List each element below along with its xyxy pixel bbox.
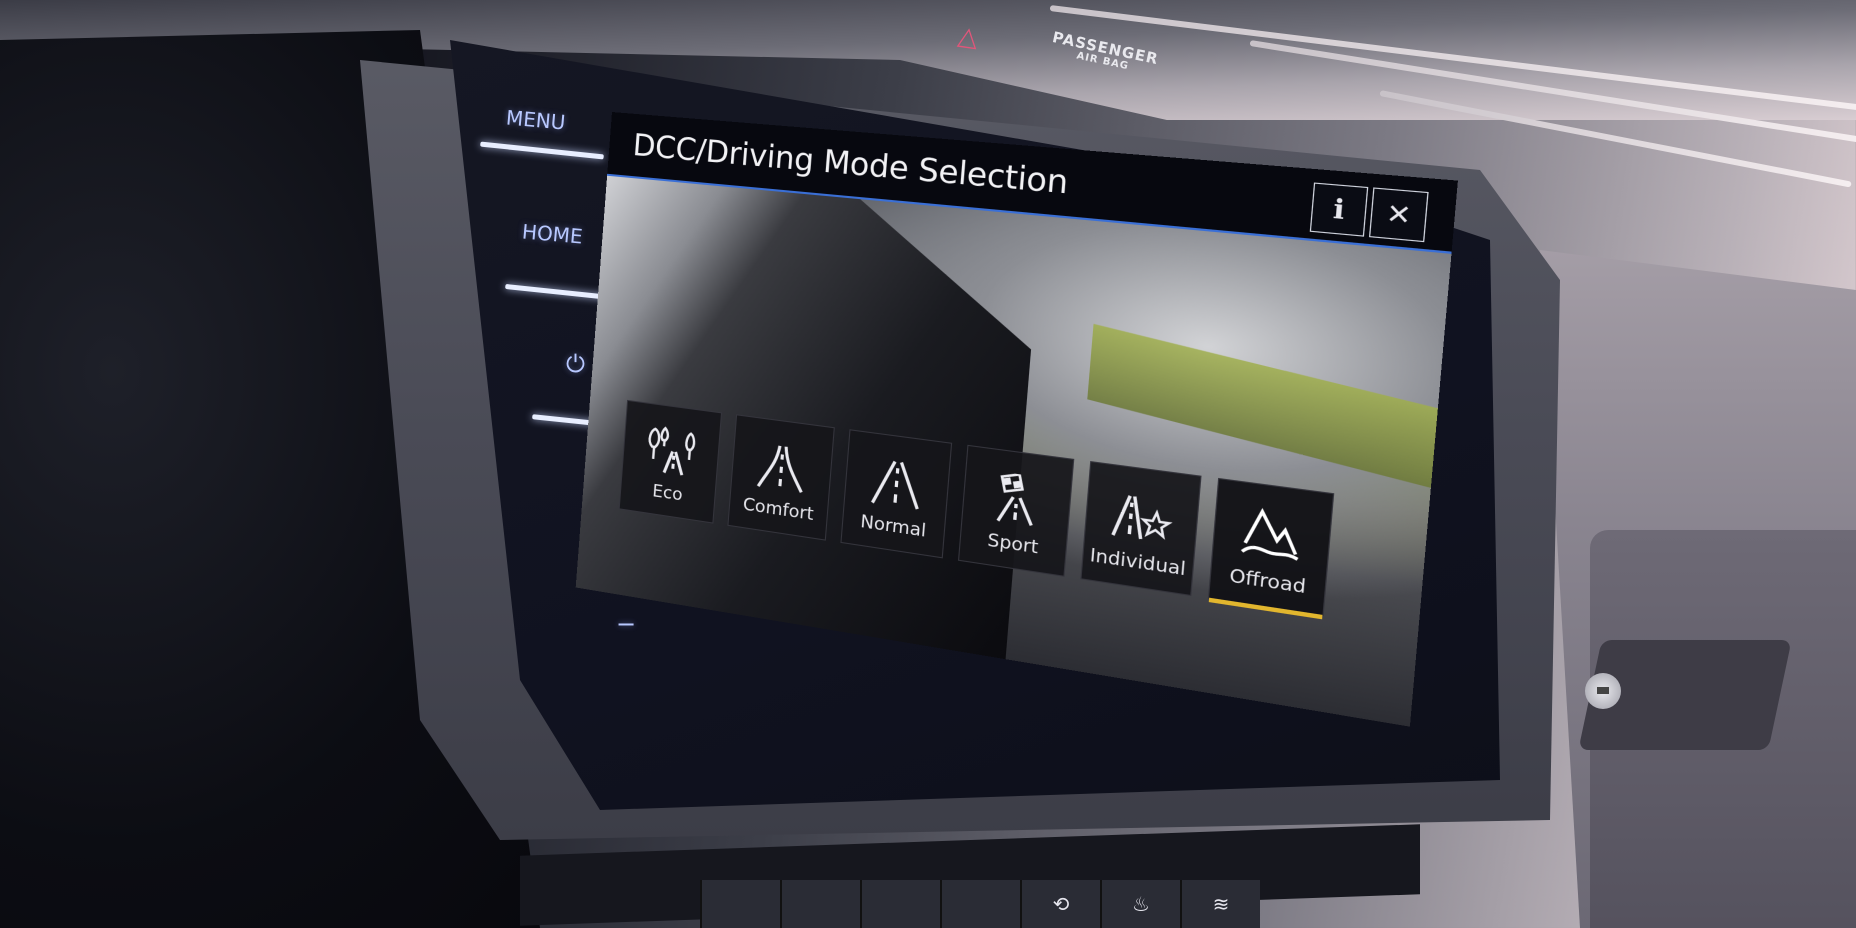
road-star-icon: [1108, 487, 1175, 548]
rear-defrost-button[interactable]: ≋: [1180, 880, 1260, 928]
recirculation-icon: ⟲: [1052, 892, 1070, 916]
mode-eco-label: Eco: [651, 481, 684, 506]
climate-button[interactable]: [940, 880, 1020, 928]
seat-heating-icon: ♨: [1132, 892, 1150, 916]
climate-button-row: ⟲ ♨ ≋: [700, 880, 1260, 928]
mode-individual-button[interactable]: Individual: [1080, 461, 1202, 597]
glovebox-lock-icon: [1585, 673, 1621, 709]
close-icon: ✕: [1384, 197, 1413, 232]
straight-road-icon: [866, 454, 928, 512]
defrost-icon: ≋: [1212, 892, 1230, 916]
mountain-icon: [1237, 504, 1307, 566]
info-icon: ℹ: [1331, 193, 1346, 226]
menu-button[interactable]: MENU: [505, 105, 566, 134]
eco-trees-road-icon: [642, 424, 699, 480]
climate-button[interactable]: [700, 880, 780, 928]
mode-sport-button[interactable]: Sport: [957, 444, 1075, 577]
close-button[interactable]: ✕: [1368, 187, 1429, 243]
mode-sport-label: Sport: [986, 529, 1040, 559]
mode-eco-button[interactable]: Eco: [618, 399, 723, 524]
mode-normal-label: Normal: [859, 511, 927, 542]
info-button[interactable]: ℹ: [1309, 182, 1369, 237]
mode-offroad-button[interactable]: Offroad: [1207, 477, 1335, 617]
hazard-button[interactable]: △: [956, 21, 980, 53]
mode-comfort-button[interactable]: Comfort: [727, 414, 835, 541]
climate-button[interactable]: [780, 880, 860, 928]
mode-comfort-label: Comfort: [742, 494, 815, 526]
mode-offroad-label: Offroad: [1228, 565, 1307, 599]
mode-normal-button[interactable]: Normal: [840, 429, 953, 559]
volume-down-button[interactable]: −: [616, 610, 636, 638]
climate-button[interactable]: [860, 880, 940, 928]
hazard-triangle-icon: △: [956, 20, 980, 54]
curved-road-icon: [752, 438, 811, 495]
recirculation-button[interactable]: ⟲: [1020, 880, 1100, 928]
checkered-flag-road-icon: [985, 470, 1049, 529]
power-icon[interactable]: ⏻: [566, 350, 585, 378]
mode-individual-label: Individual: [1089, 544, 1187, 581]
seat-heating-button[interactable]: ♨: [1100, 880, 1180, 928]
